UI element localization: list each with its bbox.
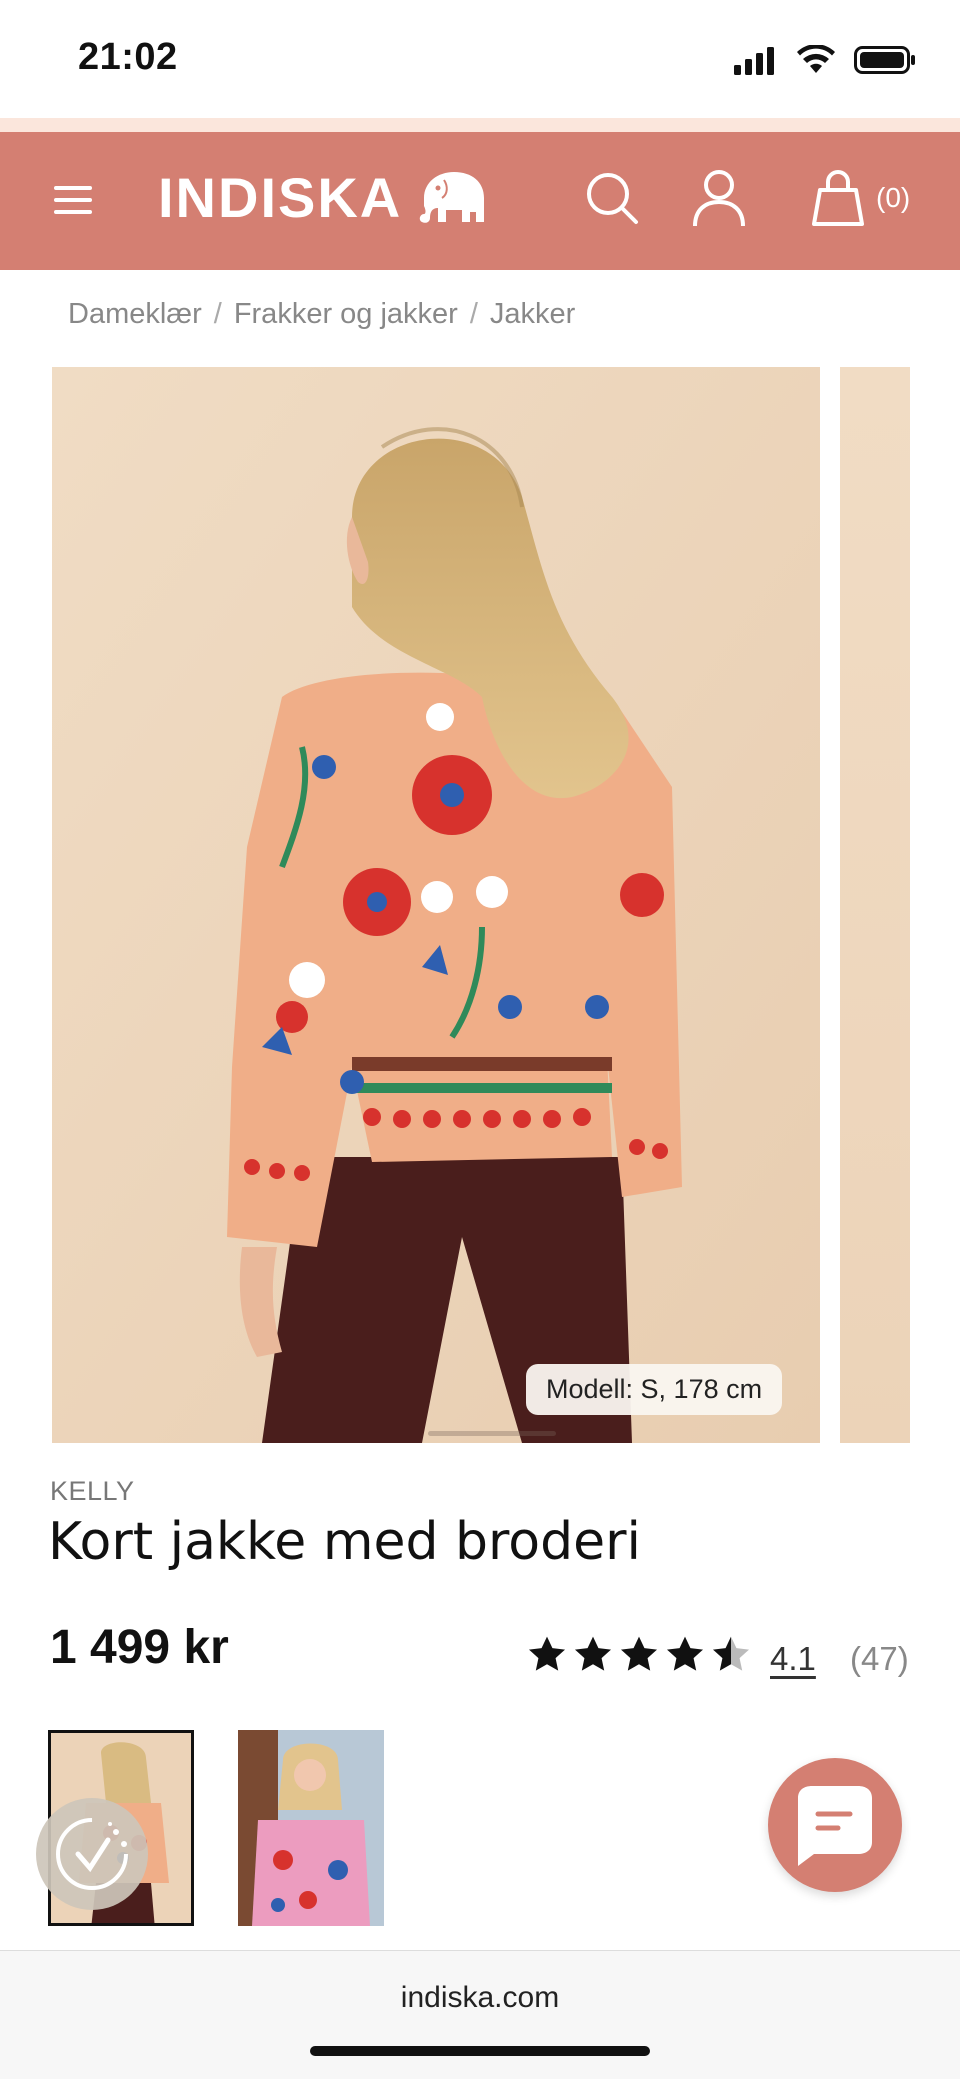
cookie-consent-icon[interactable] bbox=[36, 1798, 148, 1910]
cookie-check-icon bbox=[56, 1818, 128, 1890]
url-text[interactable]: indiska.com bbox=[0, 1981, 960, 2015]
breadcrumb-item[interactable]: Frakker og jakker bbox=[234, 298, 458, 331]
shopping-bag-icon[interactable] bbox=[810, 168, 866, 228]
breadcrumb-item[interactable]: Dameklær bbox=[68, 298, 202, 331]
status-time: 21:02 bbox=[78, 36, 178, 78]
breadcrumb: Dameklær / Frakker og jakker / Jakker bbox=[68, 298, 575, 331]
product-title: Kort jakke med broderi bbox=[48, 1512, 641, 1572]
battery-icon bbox=[854, 46, 915, 74]
slide-indicator bbox=[428, 1431, 556, 1436]
site-header: INDISKA (0) bbox=[0, 132, 960, 270]
rating-stars[interactable] bbox=[526, 1634, 752, 1676]
elephant-icon bbox=[420, 172, 485, 223]
star-icon bbox=[574, 1636, 612, 1671]
next-product-image[interactable] bbox=[840, 367, 910, 1443]
product-thumbnail[interactable] bbox=[238, 1730, 384, 1926]
promo-strip bbox=[0, 118, 960, 132]
product-brand[interactable]: KELLY bbox=[50, 1476, 135, 1507]
status-icons bbox=[734, 42, 916, 78]
home-indicator[interactable] bbox=[310, 2046, 650, 2056]
product-image[interactable]: Modell: S, 178 cm bbox=[52, 367, 820, 1443]
breadcrumb-separator: / bbox=[213, 298, 222, 330]
breadcrumb-item[interactable]: Jakker bbox=[490, 298, 575, 331]
logo-text: INDISKA bbox=[158, 166, 403, 229]
chat-icon[interactable] bbox=[768, 1758, 902, 1892]
status-bar: 21:02 bbox=[0, 0, 960, 118]
rating-count: (47) bbox=[850, 1640, 909, 1677]
wifi-icon bbox=[797, 45, 835, 73]
star-icon bbox=[666, 1636, 704, 1671]
rating-value[interactable]: 4.1 bbox=[770, 1640, 816, 1678]
half-star-icon bbox=[712, 1636, 750, 1671]
product-price: 1 499 kr bbox=[50, 1621, 229, 1674]
search-icon[interactable] bbox=[584, 170, 640, 226]
logo[interactable]: INDISKA bbox=[158, 168, 488, 228]
star-icon bbox=[620, 1636, 658, 1671]
star-icon bbox=[528, 1636, 566, 1671]
signal-icon bbox=[734, 47, 774, 75]
product-photo bbox=[52, 367, 820, 1443]
breadcrumb-separator: / bbox=[469, 298, 478, 330]
model-info-badge: Modell: S, 178 cm bbox=[526, 1364, 783, 1415]
menu-icon[interactable] bbox=[52, 178, 96, 222]
thumbnail-image bbox=[238, 1730, 384, 1926]
browser-url-bar[interactable]: indiska.com bbox=[0, 1950, 960, 2079]
user-icon[interactable] bbox=[692, 168, 746, 228]
bag-count[interactable]: (0) bbox=[876, 182, 910, 214]
chat-bubble-icon bbox=[798, 1786, 872, 1866]
